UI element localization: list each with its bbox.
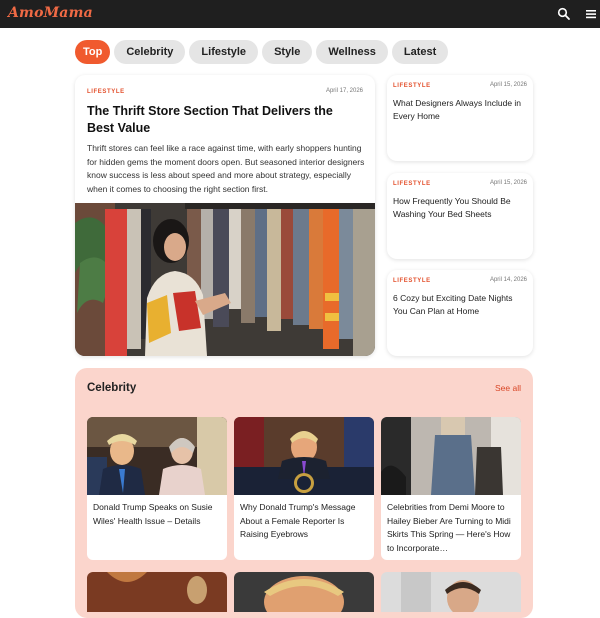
tab-style[interactable]: Style bbox=[262, 40, 313, 64]
side-article-card[interactable]: LIFESTYLE April 14, 2026 6 Cozy but Exci… bbox=[387, 270, 533, 356]
tab-latest[interactable]: Latest bbox=[391, 40, 449, 64]
article-date: April 15, 2026 bbox=[489, 180, 527, 186]
tab-lifestyle[interactable]: Lifestyle bbox=[189, 40, 259, 64]
top-bar: AmoMama bbox=[0, 0, 600, 28]
tab-wellness[interactable]: Wellness bbox=[316, 40, 388, 64]
article-date: April 14, 2026 bbox=[489, 277, 527, 283]
article-title[interactable]: Celebrities from Demi Moore to Hailey Bi… bbox=[387, 501, 517, 555]
article-category: LIFESTYLE bbox=[393, 181, 431, 187]
search-icon[interactable] bbox=[556, 6, 572, 22]
article-date: April 15, 2026 bbox=[489, 82, 527, 88]
category-tabs: Top Celebrity Lifestyle Style Wellness L… bbox=[75, 40, 449, 64]
celebrity-article-card[interactable]: Donald Trump Speaks on Susie Wiles' Heal… bbox=[87, 417, 227, 560]
article-thumbnail[interactable] bbox=[87, 417, 227, 495]
article-category: LIFESTYLE bbox=[393, 83, 431, 89]
section-title: Celebrity bbox=[87, 382, 137, 394]
side-article-card[interactable]: LIFESTYLE April 15, 2026 How Frequently … bbox=[387, 173, 533, 259]
see-all-link[interactable]: See all bbox=[495, 383, 521, 393]
article-title[interactable]: How Frequently You Should Be Washing You… bbox=[393, 195, 527, 220]
celebrity-article-card[interactable]: Why Donald Trump's Message About a Femal… bbox=[234, 417, 374, 560]
tab-top[interactable]: Top bbox=[75, 40, 111, 64]
article-title[interactable]: What Designers Always Include in Every H… bbox=[393, 97, 527, 122]
tab-celebrity[interactable]: Celebrity bbox=[114, 40, 186, 64]
article-thumbnail[interactable] bbox=[234, 417, 374, 495]
article-thumbnail[interactable] bbox=[234, 572, 374, 612]
featured-description: Thrift stores can feel like a race again… bbox=[87, 143, 365, 194]
article-category: LIFESTYLE bbox=[87, 89, 125, 95]
article-title[interactable]: Why Donald Trump's Message About a Femal… bbox=[240, 501, 370, 542]
celebrity-article-card[interactable]: Celebrities from Demi Moore to Hailey Bi… bbox=[381, 417, 521, 560]
logo[interactable]: AmoMama bbox=[8, 5, 93, 21]
featured-image[interactable] bbox=[75, 203, 375, 356]
article-title[interactable]: Donald Trump Speaks on Susie Wiles' Heal… bbox=[93, 501, 223, 528]
article-thumbnail[interactable] bbox=[381, 417, 521, 495]
featured-title[interactable]: The Thrift Store Section That Delivers t… bbox=[87, 103, 363, 137]
article-date: April 17, 2026 bbox=[325, 88, 363, 94]
featured-article-card[interactable]: LIFESTYLE April 17, 2026 The Thrift Stor… bbox=[75, 75, 375, 356]
article-category: LIFESTYLE bbox=[393, 278, 431, 284]
celebrity-section: Celebrity See all Donald Trump Speaks on… bbox=[75, 368, 533, 618]
menu-icon[interactable] bbox=[584, 7, 598, 21]
article-thumbnail[interactable] bbox=[381, 572, 521, 612]
side-article-card[interactable]: LIFESTYLE April 15, 2026 What Designers … bbox=[387, 75, 533, 161]
article-title[interactable]: 6 Cozy but Exciting Date Nights You Can … bbox=[393, 292, 527, 317]
article-thumbnail[interactable] bbox=[87, 572, 227, 612]
